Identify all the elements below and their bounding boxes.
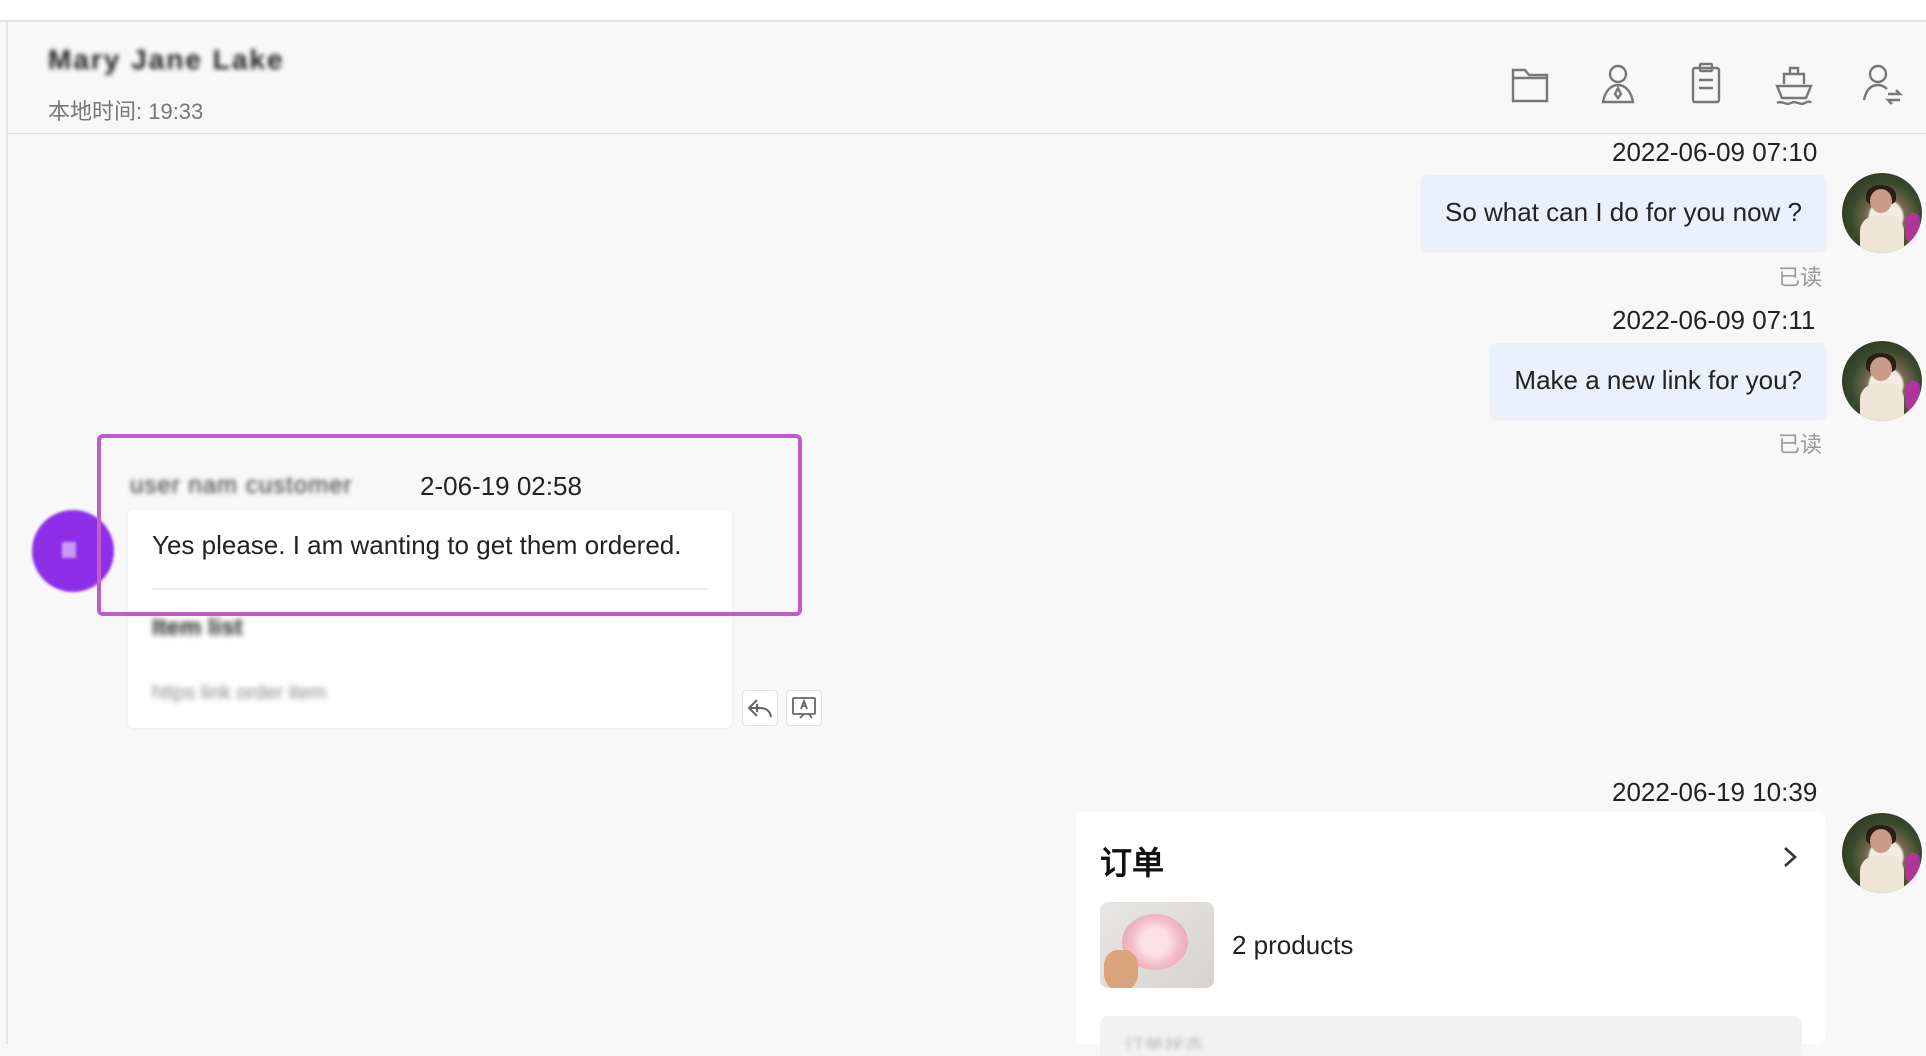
read-status: 已读 bbox=[1778, 265, 1823, 290]
my-avatar[interactable] bbox=[1842, 341, 1922, 421]
user-transfer-icon[interactable] bbox=[1838, 54, 1926, 114]
message-timestamp: 2022-06-09 07:10 bbox=[1612, 137, 1818, 167]
chat-header: Mary Jane Lake 本地时间: 19:33 bbox=[8, 24, 1926, 134]
ship-icon[interactable] bbox=[1750, 54, 1838, 114]
order-title: 订单 bbox=[1100, 845, 1165, 881]
user-icon[interactable] bbox=[1574, 54, 1662, 114]
reply-icon[interactable] bbox=[742, 690, 778, 726]
redacted-text: Item list bbox=[152, 614, 243, 640]
contact-name: Mary Jane Lake bbox=[48, 44, 285, 75]
message-timestamp: 2-06-19 02:58 bbox=[420, 471, 582, 501]
window-top-bar bbox=[0, 0, 1926, 22]
my-avatar[interactable] bbox=[1842, 813, 1922, 893]
divider bbox=[152, 588, 708, 590]
header-toolbar bbox=[1486, 54, 1926, 114]
redacted-link: https link order item bbox=[152, 682, 327, 704]
outgoing-message-bubble[interactable]: Make a new link for you? bbox=[1490, 343, 1826, 418]
order-status-text: 订单状态 bbox=[1124, 1036, 1204, 1050]
clipboard-icon[interactable] bbox=[1662, 54, 1750, 114]
message-timestamp: 2022-06-19 10:39 bbox=[1612, 777, 1818, 807]
product-thumbnail[interactable] bbox=[1100, 902, 1214, 988]
customer-avatar[interactable] bbox=[32, 510, 114, 592]
outgoing-message-bubble[interactable]: So what can I do for you now ? bbox=[1421, 175, 1826, 250]
sender-name: user nam customer bbox=[130, 472, 353, 499]
incoming-message-bubble[interactable]: Yes please. I am wanting to get them ord… bbox=[128, 510, 732, 728]
my-avatar[interactable] bbox=[1842, 173, 1922, 253]
incoming-message-text: Yes please. I am wanting to get them ord… bbox=[152, 530, 682, 560]
folder-icon[interactable] bbox=[1486, 54, 1574, 114]
message-timestamp: 2022-06-09 07:11 bbox=[1612, 305, 1816, 335]
order-card[interactable]: 订单 2 products 订单状态 bbox=[1076, 812, 1826, 1056]
translate-icon[interactable] bbox=[786, 690, 822, 726]
order-status-bar: 订单状态 bbox=[1100, 1016, 1802, 1056]
product-count: 2 products bbox=[1232, 930, 1354, 960]
local-time: 本地时间: 19:33 bbox=[48, 99, 204, 124]
chevron-right-icon[interactable] bbox=[1776, 842, 1804, 872]
read-status: 已读 bbox=[1778, 432, 1823, 457]
panel-divider bbox=[6, 22, 8, 1044]
